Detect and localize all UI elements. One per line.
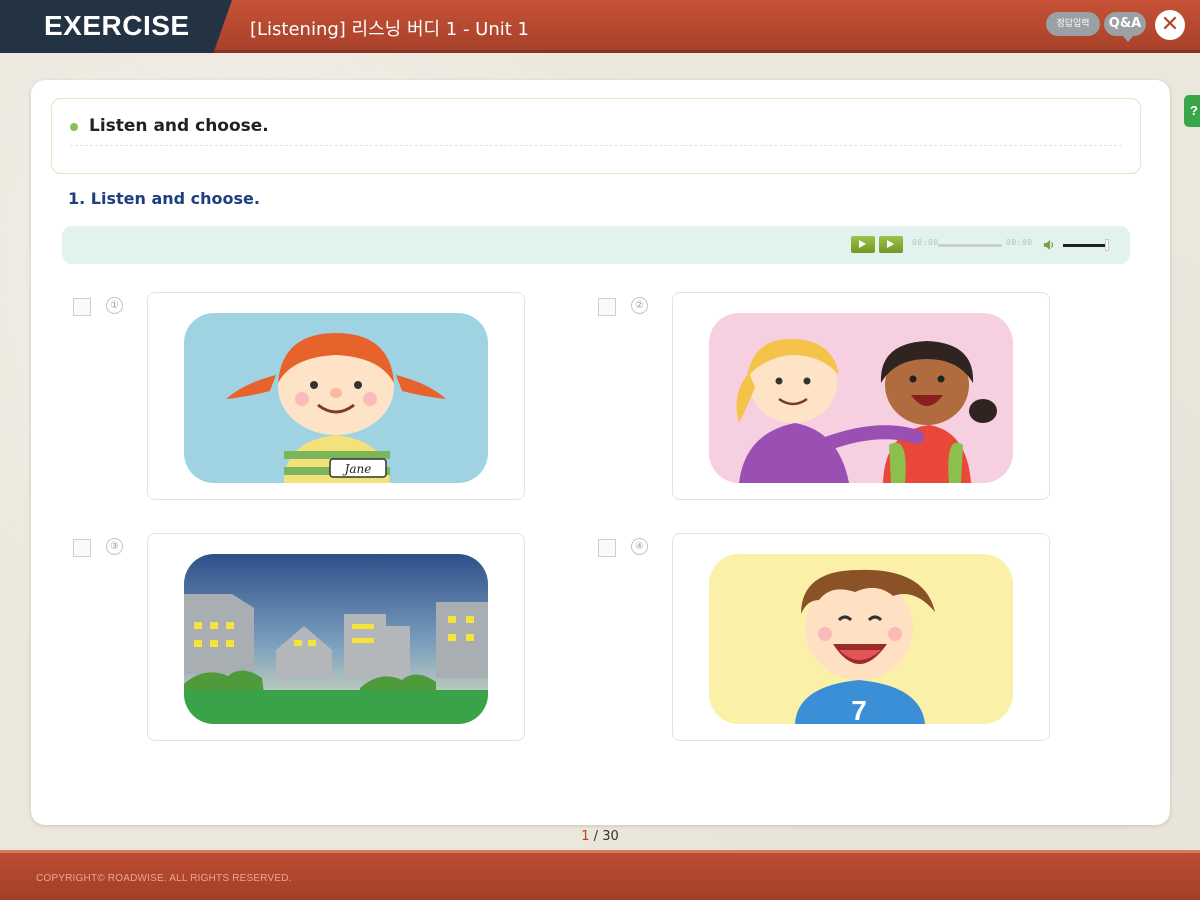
header-bar: EXERCISE [Listening] 리스닝 버디 1 - Unit 1 정…: [0, 0, 1200, 53]
volume-handle[interactable]: [1105, 239, 1109, 251]
footer-bar: COPYRIGHT© ROADWISE. ALL RIGHTS RESERVED…: [0, 850, 1200, 900]
copyright-text: COPYRIGHT© ROADWISE. ALL RIGHTS RESERVED…: [36, 873, 292, 884]
instruction-text: Listen and choose.: [89, 116, 269, 136]
page-indicator: 1 / 30: [0, 829, 1200, 844]
bullet-icon: [70, 123, 78, 131]
next-icon: [887, 240, 894, 248]
qa-button[interactable]: Q&A: [1104, 12, 1146, 42]
instruction-box: Listen and choose.: [51, 98, 1141, 174]
option-image-card[interactable]: 7: [672, 533, 1050, 741]
answer-option-1: ① Jane: [73, 292, 533, 502]
section-title: EXERCISE: [44, 10, 190, 41]
time-elapsed: 00:00: [912, 238, 939, 247]
two-girls-friends-image: [709, 313, 1013, 483]
name-tag: Jane: [342, 462, 372, 476]
answer-input-button[interactable]: 정답입력: [1046, 12, 1100, 36]
city-night-image: [184, 554, 488, 724]
smiling-boy-image: 7: [709, 554, 1013, 724]
play-icon: [859, 240, 866, 248]
divider: [70, 145, 1122, 146]
close-icon: ✕: [1160, 12, 1180, 37]
volume-icon[interactable]: [1043, 239, 1055, 251]
option-image-card[interactable]: Jane: [147, 292, 525, 500]
page-separator: /: [589, 829, 603, 844]
option-image-card[interactable]: [672, 292, 1050, 500]
answer-option-4: ④ 7: [598, 533, 1058, 743]
close-button[interactable]: ✕: [1155, 10, 1185, 40]
total-pages: 30: [602, 829, 619, 844]
volume-slider[interactable]: [1063, 244, 1105, 247]
option-checkbox[interactable]: [598, 298, 616, 316]
next-button[interactable]: [879, 236, 903, 253]
question-title: 1. Listen and choose.: [68, 189, 260, 208]
option-number: ①: [106, 297, 123, 314]
audio-player: 00:00 00:00: [62, 226, 1130, 264]
option-checkbox[interactable]: [73, 298, 91, 316]
help-tab[interactable]: ?: [1184, 95, 1200, 127]
option-number: ②: [631, 297, 648, 314]
answer-option-3: ③: [73, 533, 533, 743]
volume-level: [1063, 244, 1105, 247]
option-number: ③: [106, 538, 123, 555]
answer-option-2: ②: [598, 292, 1058, 502]
current-page: 1: [581, 829, 590, 844]
option-image-card[interactable]: [147, 533, 525, 741]
page-title: [Listening] 리스닝 버디 1 - Unit 1: [250, 19, 529, 40]
option-number: ④: [631, 538, 648, 555]
option-checkbox[interactable]: [598, 539, 616, 557]
girl-with-pigtails-image: Jane: [184, 313, 488, 483]
audio-progress-bar[interactable]: [938, 244, 1002, 247]
play-button[interactable]: [851, 236, 875, 253]
shirt-number: 7: [851, 695, 867, 724]
option-checkbox[interactable]: [73, 539, 91, 557]
time-total: 00:00: [1006, 238, 1033, 247]
